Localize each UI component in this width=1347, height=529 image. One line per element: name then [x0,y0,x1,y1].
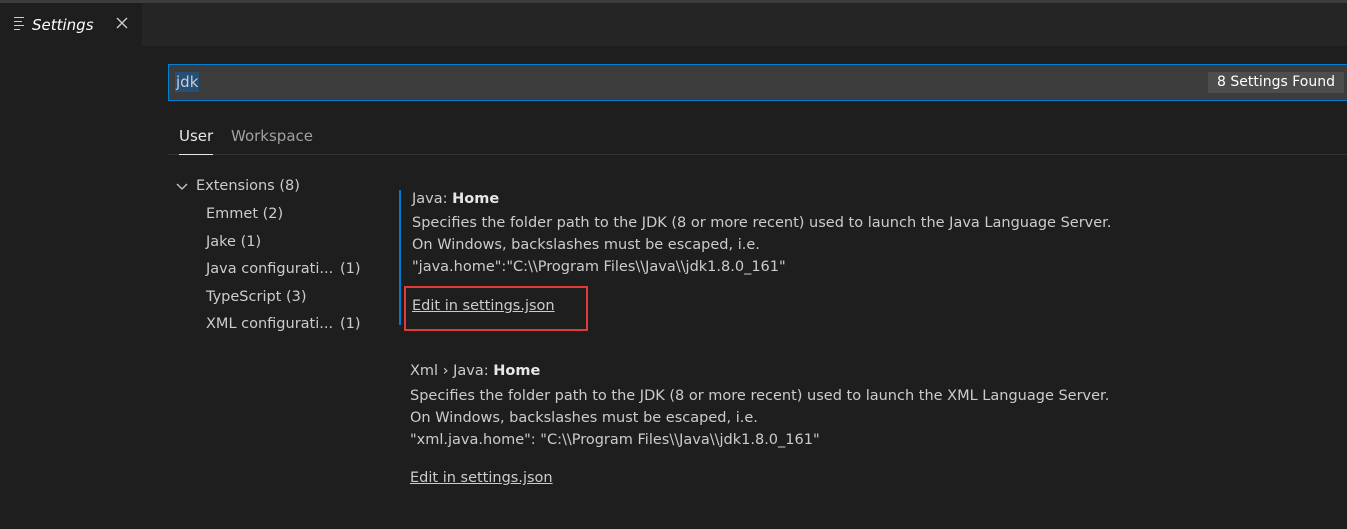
tab-workspace[interactable]: Workspace [231,127,313,155]
setting-description: "xml.java.home": "C:\\Program Files\\Jav… [410,432,820,448]
tab-user[interactable]: User [179,127,214,155]
toc-item-typescript[interactable]: TypeScript (3) [206,289,366,305]
setting-description: On Windows, backslashes must be escaped,… [410,410,758,426]
close-icon[interactable] [113,14,131,32]
list-icon [14,17,24,30]
highlight-box [404,286,588,331]
edit-in-settings-json-link[interactable]: Edit in settings.json [410,470,553,486]
editor-tab-bar: Settings [0,0,1347,46]
setting-description: Specifies the folder path to the JDK (8 … [410,388,1110,404]
setting-description: On Windows, backslashes must be escaped,… [412,237,760,253]
setting-description: Specifies the folder path to the JDK (8 … [412,215,1112,231]
setting-title: Xml › Java: Home [410,363,541,379]
toc-item-jake[interactable]: Jake (1) [206,234,366,250]
results-count-badge: 8 Settings Found [1208,72,1344,93]
toc-item-java-configuration[interactable]: Java configurati... (1) [206,261,366,277]
toc-item-xml-configuration[interactable]: XML configurati... (1) [206,316,366,332]
toc-item-extensions[interactable]: Extensions (8) [196,178,300,194]
toc-item-emmet[interactable]: Emmet (2) [206,206,366,222]
tab-title: Settings [32,16,94,34]
settings-search-input[interactable]: jdk 8 Settings Found [168,64,1347,101]
search-query[interactable]: jdk [175,72,200,92]
chevron-down-icon[interactable] [176,182,188,192]
setting-title: Java: Home [412,191,500,207]
setting-description: "java.home":"C:\\Program Files\\Java\\jd… [412,259,786,275]
setting-xml-java-home[interactable]: Xml › Java: Home Specifies the folder pa… [399,362,1299,497]
tab-settings[interactable]: Settings [0,3,142,46]
scope-tabs: User Workspace [168,122,1347,155]
